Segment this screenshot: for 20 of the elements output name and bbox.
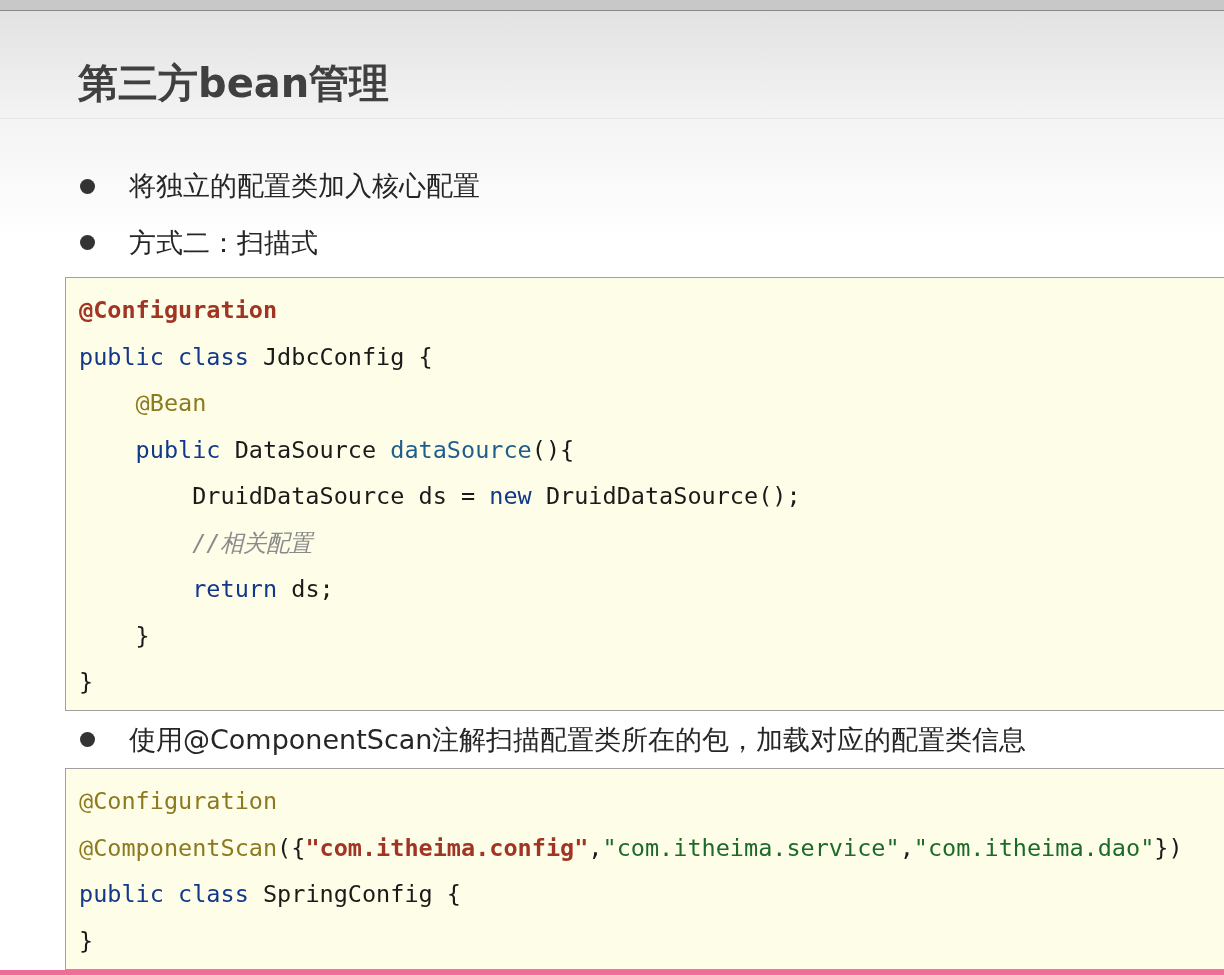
bullet-text: 使用@ComponentScan注解扫描配置类所在的包，加载对应的配置类信息 [129, 722, 1027, 757]
code-line: public DataSource dataSource(){ [134, 435, 575, 464]
bullet-text: 将独立的配置类加入核心配置 [129, 169, 480, 204]
code-line: } [79, 667, 94, 697]
code-line: } [134, 621, 150, 650]
code-line: public class JdbcConfig { [79, 342, 433, 371]
bullet-icon [80, 235, 95, 251]
code-line: //相关配置 [191, 528, 313, 557]
code-line: @Configuration [79, 295, 278, 325]
code-line: return ds; [191, 574, 334, 604]
slide-title: 第三方bean管理 [0, 11, 1224, 119]
bullet-icon [80, 732, 95, 748]
code-line: public class SpringConfig { [79, 880, 461, 909]
code-line: } [79, 926, 94, 955]
code-line: @ComponentScan({"com.itheima.config","com.itheima.service","com.itheima.dao"}) [79, 833, 1183, 862]
code-line: DruidDataSource ds = new DruidDataSource(); [191, 481, 801, 511]
code-line: @Bean [134, 388, 207, 418]
bullet-text: 方式二：扫描式 [129, 225, 318, 260]
bullet-icon [80, 178, 95, 194]
code-line: @Configuration [79, 787, 278, 816]
